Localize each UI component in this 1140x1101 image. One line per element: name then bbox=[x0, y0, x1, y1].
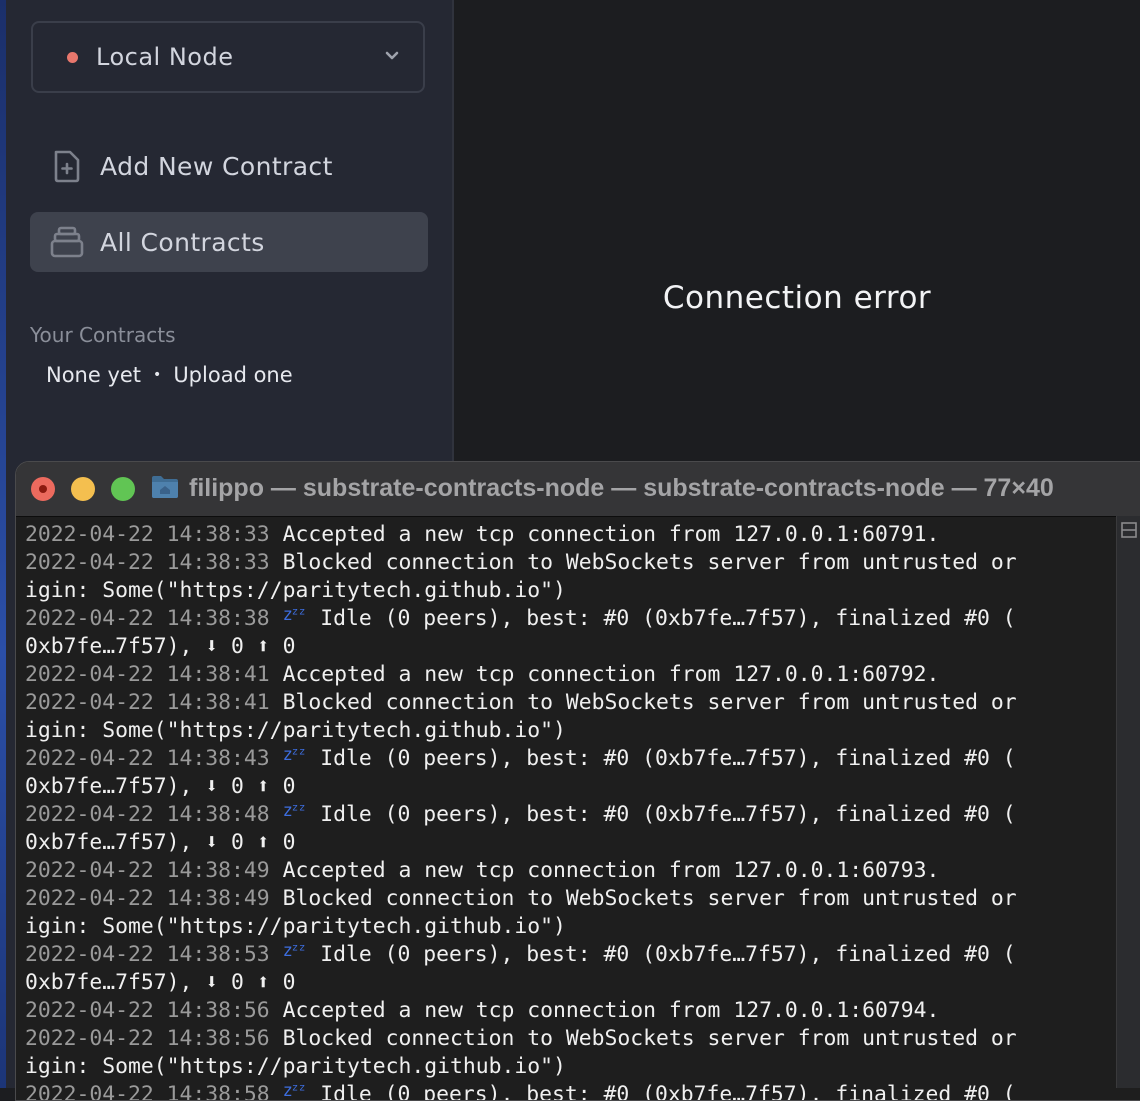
terminal-title: filippo — substrate-contracts-node — sub… bbox=[189, 474, 1054, 502]
contracts-empty-state: None yet • Upload one bbox=[46, 363, 293, 387]
log-timestamp: 2022-04-22 14:38:56 bbox=[25, 998, 283, 1023]
log-message: Accepted a new tcp connection from 127.0… bbox=[282, 998, 940, 1023]
log-message: 0xb7fe…7f57), ⬇ 0 ⬆ 0 bbox=[25, 634, 296, 659]
log-message: Idle (0 peers), best: #0 (0xb7fe…7f57), … bbox=[320, 746, 1016, 771]
home-folder-icon bbox=[152, 476, 178, 498]
log-timestamp: 2022-04-22 14:38:38 bbox=[25, 606, 283, 631]
terminal-line: igin: Some("https://paritytech.github.io… bbox=[25, 1053, 1140, 1081]
terminal-titlebar[interactable]: filippo — substrate-contracts-node — sub… bbox=[16, 462, 1140, 517]
log-message: igin: Some("https://paritytech.github.io… bbox=[25, 718, 566, 743]
upload-contract-link[interactable]: Upload one bbox=[173, 363, 292, 387]
chevron-down-icon bbox=[385, 51, 399, 60]
minimize-window-button[interactable] bbox=[71, 477, 95, 501]
nav-add-new-contract[interactable]: Add New Contract bbox=[30, 136, 428, 196]
node-selector-label: Local Node bbox=[96, 43, 234, 71]
empty-text: None yet bbox=[46, 363, 142, 387]
terminal-line: igin: Some("https://paritytech.github.io… bbox=[25, 717, 1140, 745]
log-message: Blocked connection to WebSockets server … bbox=[282, 550, 1017, 575]
nav-all-contracts[interactable]: All Contracts bbox=[30, 212, 428, 272]
terminal-line: 2022-04-22 14:38:58 zᶻᶻ Idle (0 peers), … bbox=[25, 1081, 1140, 1101]
separator-bullet: • bbox=[153, 367, 162, 383]
connection-status-dot bbox=[67, 51, 78, 63]
terminal-line: 2022-04-22 14:38:43 zᶻᶻ Idle (0 peers), … bbox=[25, 745, 1140, 773]
terminal-scrollbar[interactable] bbox=[1116, 516, 1140, 1088]
sleep-zzz-icon: zᶻᶻ bbox=[282, 605, 308, 625]
terminal-line: 2022-04-22 14:38:48 zᶻᶻ Idle (0 peers), … bbox=[25, 801, 1140, 829]
log-message: Accepted a new tcp connection from 127.0… bbox=[282, 858, 940, 883]
terminal-line: 0xb7fe…7f57), ⬇ 0 ⬆ 0 bbox=[25, 969, 1140, 997]
log-message: 0xb7fe…7f57), ⬇ 0 ⬆ 0 bbox=[25, 970, 296, 995]
log-message: Idle (0 peers), best: #0 (0xb7fe…7f57), … bbox=[320, 802, 1016, 827]
nav-label: All Contracts bbox=[100, 227, 265, 257]
sleep-zzz-icon: zᶻᶻ bbox=[282, 941, 308, 961]
log-message: Blocked connection to WebSockets server … bbox=[282, 1026, 1017, 1051]
sleep-zzz-icon: zᶻᶻ bbox=[282, 801, 308, 821]
log-message: Blocked connection to WebSockets server … bbox=[282, 690, 1017, 715]
terminal-line: 0xb7fe…7f57), ⬇ 0 ⬆ 0 bbox=[25, 773, 1140, 801]
terminal-line: 2022-04-22 14:38:56 Accepted a new tcp c… bbox=[25, 997, 1140, 1025]
terminal-line: 2022-04-22 14:38:56 Blocked connection t… bbox=[25, 1025, 1140, 1053]
terminal-line: igin: Some("https://paritytech.github.io… bbox=[25, 913, 1140, 941]
log-message: Accepted a new tcp connection from 127.0… bbox=[282, 522, 940, 547]
terminal-line: 2022-04-22 14:38:53 zᶻᶻ Idle (0 peers), … bbox=[25, 941, 1140, 969]
sleep-zzz-icon: zᶻᶻ bbox=[282, 745, 308, 765]
stack-icon bbox=[50, 225, 84, 259]
terminal-line: igin: Some("https://paritytech.github.io… bbox=[25, 577, 1140, 605]
log-timestamp: 2022-04-22 14:38:53 bbox=[25, 942, 283, 967]
connection-error-message: Connection error bbox=[662, 280, 932, 316]
log-message: 0xb7fe…7f57), ⬇ 0 ⬆ 0 bbox=[25, 830, 296, 855]
log-message: Idle (0 peers), best: #0 (0xb7fe…7f57), … bbox=[320, 942, 1016, 967]
log-message: Idle (0 peers), best: #0 (0xb7fe…7f57), … bbox=[320, 606, 1016, 631]
log-message: igin: Some("https://paritytech.github.io… bbox=[25, 578, 566, 603]
terminal-line: 0xb7fe…7f57), ⬇ 0 ⬆ 0 bbox=[25, 633, 1140, 661]
terminal-output[interactable]: 2022-04-22 14:38:33 Accepted a new tcp c… bbox=[16, 517, 1140, 1100]
log-timestamp: 2022-04-22 14:38:33 bbox=[25, 550, 283, 575]
terminal-line: 2022-04-22 14:38:33 Blocked connection t… bbox=[25, 549, 1140, 577]
log-timestamp: 2022-04-22 14:38:56 bbox=[25, 1026, 283, 1051]
terminal-line: 2022-04-22 14:38:41 Accepted a new tcp c… bbox=[25, 661, 1140, 689]
split-pane-icon[interactable] bbox=[1121, 522, 1137, 538]
log-message: Blocked connection to WebSockets server … bbox=[282, 886, 1017, 911]
terminal-window[interactable]: filippo — substrate-contracts-node — sub… bbox=[15, 461, 1140, 1101]
log-timestamp: 2022-04-22 14:38:33 bbox=[25, 522, 283, 547]
log-timestamp: 2022-04-22 14:38:43 bbox=[25, 746, 283, 771]
zoom-window-button[interactable] bbox=[111, 477, 135, 501]
log-timestamp: 2022-04-22 14:38:41 bbox=[25, 662, 283, 687]
log-timestamp: 2022-04-22 14:38:41 bbox=[25, 690, 283, 715]
terminal-line: 2022-04-22 14:38:49 Accepted a new tcp c… bbox=[25, 857, 1140, 885]
node-selector-dropdown[interactable]: Local Node bbox=[31, 21, 425, 93]
terminal-line: 0xb7fe…7f57), ⬇ 0 ⬆ 0 bbox=[25, 829, 1140, 857]
terminal-line: 2022-04-22 14:38:33 Accepted a new tcp c… bbox=[25, 521, 1140, 549]
log-timestamp: 2022-04-22 14:38:49 bbox=[25, 886, 283, 911]
nav-label: Add New Contract bbox=[100, 151, 333, 181]
sleep-zzz-icon: zᶻᶻ bbox=[282, 1081, 308, 1101]
terminal-line: 2022-04-22 14:38:41 Blocked connection t… bbox=[25, 689, 1140, 717]
log-timestamp: 2022-04-22 14:38:48 bbox=[25, 802, 283, 827]
document-plus-icon bbox=[50, 149, 84, 183]
log-message: Idle (0 peers), best: #0 (0xb7fe…7f57), … bbox=[320, 1082, 1016, 1101]
terminal-line: 2022-04-22 14:38:38 zᶻᶻ Idle (0 peers), … bbox=[25, 605, 1140, 633]
terminal-line: 2022-04-22 14:38:49 Blocked connection t… bbox=[25, 885, 1140, 913]
your-contracts-heading: Your Contracts bbox=[30, 323, 176, 347]
log-message: igin: Some("https://paritytech.github.io… bbox=[25, 914, 566, 939]
log-message: 0xb7fe…7f57), ⬇ 0 ⬆ 0 bbox=[25, 774, 296, 799]
log-message: igin: Some("https://paritytech.github.io… bbox=[25, 1054, 566, 1079]
log-message: Accepted a new tcp connection from 127.0… bbox=[282, 662, 940, 687]
log-timestamp: 2022-04-22 14:38:58 bbox=[25, 1082, 283, 1101]
close-window-button[interactable] bbox=[31, 477, 55, 501]
log-timestamp: 2022-04-22 14:38:49 bbox=[25, 858, 283, 883]
